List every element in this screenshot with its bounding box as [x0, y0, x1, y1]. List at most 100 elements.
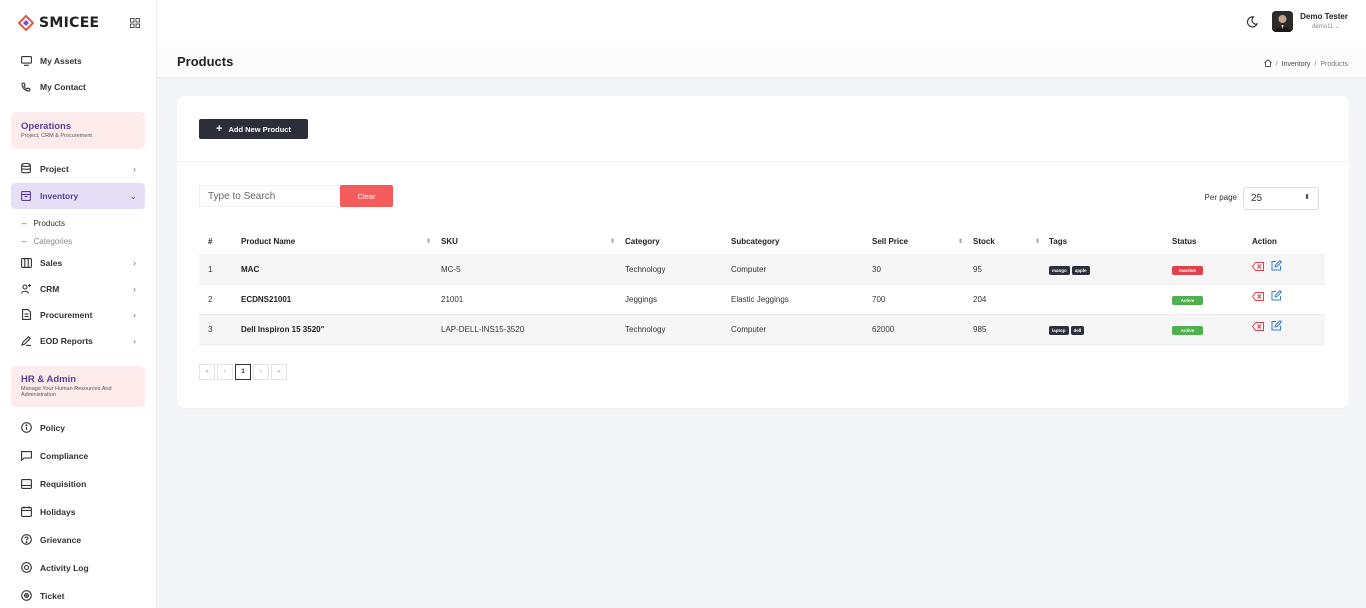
edit-icon[interactable] [1271, 289, 1283, 301]
sidebar-item-my-assets[interactable]: My Assets [0, 48, 156, 74]
table-row: 3 Dell Inspiron 15 3520" LAP-DELL-INS15-… [199, 315, 1325, 345]
file-icon [20, 309, 32, 321]
product-sku: LAP-DELL-INS15-3520 [441, 325, 525, 334]
edit-icon[interactable] [1271, 259, 1283, 271]
delete-icon[interactable] [1251, 322, 1264, 331]
col-header-action: Action [1252, 237, 1277, 246]
per-page-value: 25 [1251, 193, 1263, 204]
user-name[interactable]: Demo Tester [1300, 12, 1348, 21]
chevron-right-icon: › [133, 309, 136, 320]
sidebar-item-label: Requisition [40, 478, 87, 489]
product-subcategory: Computer [731, 265, 767, 274]
pagination-first[interactable]: « [199, 364, 215, 380]
sidebar-item-crm[interactable]: CRM › [0, 276, 156, 302]
phone-icon [20, 81, 32, 93]
status-badge-active: Active [1172, 326, 1203, 335]
sidebar-item-sales[interactable]: Sales › [0, 250, 156, 276]
sidebar-item-project[interactable]: Project › [0, 156, 156, 182]
delete-icon[interactable] [1251, 292, 1264, 301]
sidebar-item-my-contact[interactable]: My Contact [0, 74, 156, 100]
add-new-product-label: Add New Product [228, 124, 291, 134]
per-page-select[interactable]: 25 ⬍ [1243, 187, 1319, 210]
message-icon [20, 450, 32, 462]
search-input[interactable] [199, 185, 340, 207]
product-category: Jeggings [625, 295, 658, 304]
brand-logo-icon [18, 15, 34, 31]
sidebar-item-label: Compliance [40, 450, 89, 461]
dark-mode-toggle-icon[interactable] [1246, 16, 1259, 28]
topbar: Demo Tester demo11 ⌄ [157, 0, 1366, 46]
product-name: MAC [241, 265, 260, 274]
product-sku: 21001 [441, 295, 464, 304]
sidebar-item-ticket[interactable]: Ticket [0, 582, 156, 608]
database-icon [20, 163, 32, 175]
pagination-prev[interactable]: ‹ [217, 364, 233, 380]
col-header-stock[interactable]: Stock [973, 237, 995, 246]
product-category: Technology [625, 325, 666, 334]
chevron-right-icon: › [133, 163, 136, 174]
home-icon[interactable] [1263, 59, 1272, 69]
pen-icon [20, 335, 32, 347]
sidebar-item-grievance[interactable]: Grievance [0, 526, 156, 554]
delete-icon[interactable] [1251, 262, 1264, 271]
sidebar-item-inventory[interactable]: Inventory ⌄ [11, 182, 145, 209]
product-sell-price: 62000 [872, 325, 895, 334]
info-icon [20, 422, 32, 434]
sidebar-item-label: Sales [40, 257, 63, 268]
pagination-current[interactable]: 1 [235, 364, 251, 380]
status-badge: Active [1172, 325, 1203, 335]
user-handle[interactable]: demo11 ⌄ [1312, 23, 1340, 30]
table-row: 2 ECDNS21001 21001 Jeggings Elastic Jegg… [199, 285, 1325, 315]
section-operations: Operations Project, CRM & Procurement [11, 112, 145, 149]
sidebar: SMICEE My Assets My Contact Operations P… [0, 0, 157, 608]
sidebar-item-eod-reports[interactable]: EOD Reports › [0, 328, 156, 354]
product-tags: laptop dell [1049, 325, 1086, 335]
col-header-category[interactable]: Category [625, 237, 660, 246]
avatar[interactable] [1272, 11, 1293, 32]
sidebar-item-policy[interactable]: Policy [0, 414, 156, 442]
sidebar-item-label: Activity Log [40, 562, 89, 573]
add-new-product-button[interactable]: + Add New Product [199, 119, 308, 139]
sort-icon[interactable]: ⬍ [958, 238, 963, 245]
sidebar-item-procurement[interactable]: Procurement › [0, 302, 156, 328]
edit-icon[interactable] [1271, 319, 1283, 331]
section-title: HR & Admin [21, 373, 77, 385]
row-number: 1 [208, 265, 213, 274]
sidebar-item-label: My Assets [40, 56, 82, 66]
sidebar-item-label: CRM [40, 283, 60, 294]
breadcrumb-products: Products [1320, 60, 1348, 68]
tag-badge: mango [1049, 266, 1070, 275]
pagination-next[interactable]: › [253, 364, 269, 380]
status-badge-active: Active [1172, 296, 1203, 305]
clipboard-icon [20, 478, 32, 490]
sort-icon[interactable]: ⬍ [426, 238, 431, 245]
grid-icon[interactable] [130, 18, 140, 28]
pagination-last[interactable]: » [271, 364, 287, 380]
sidebar-item-activity-log[interactable]: Activity Log [0, 554, 156, 582]
sidebar-item-holidays[interactable]: Holidays [0, 498, 156, 526]
col-header-subcategory[interactable]: Subcategory [731, 237, 779, 246]
sidebar-item-compliance[interactable]: Compliance [0, 442, 156, 470]
table-header-row: # Product Name ⬍ SKU ⬍ Category Subcateg… [199, 229, 1325, 255]
table-row: 1 MAC MC-5 Technology Computer 30 95 man… [199, 255, 1325, 285]
col-header-sku[interactable]: SKU [441, 237, 458, 246]
chevron-right-icon: › [133, 257, 136, 268]
sort-icon[interactable]: ⬍ [610, 238, 615, 245]
col-header-sell-price[interactable]: Sell Price [872, 237, 908, 246]
status-badge: Inactive [1172, 265, 1203, 275]
sort-icon[interactable]: ⬍ [1035, 238, 1040, 245]
col-header-product-name[interactable]: Product Name [241, 237, 295, 246]
sidebar-item-label: Grievance [40, 534, 82, 545]
tag-badge: laptop [1049, 326, 1069, 335]
products-table: # Product Name ⬍ SKU ⬍ Category Subcateg… [199, 229, 1325, 345]
sidebar-item-label: Ticket [40, 590, 65, 601]
product-subcategory: Elastic Jeggings [731, 295, 789, 304]
sidebar-subitem-products[interactable]: – Products [0, 214, 156, 233]
clear-button[interactable]: Clear [340, 185, 393, 207]
sidebar-subitem-categories[interactable]: – Categories [0, 233, 156, 250]
brand-logo[interactable]: SMICEE [0, 0, 156, 46]
breadcrumb-inventory[interactable]: Inventory [1282, 61, 1311, 68]
sidebar-item-requisition[interactable]: Requisition [0, 470, 156, 498]
select-arrows-icon: ⬍ [1304, 194, 1310, 201]
product-sell-price: 700 [872, 295, 886, 304]
